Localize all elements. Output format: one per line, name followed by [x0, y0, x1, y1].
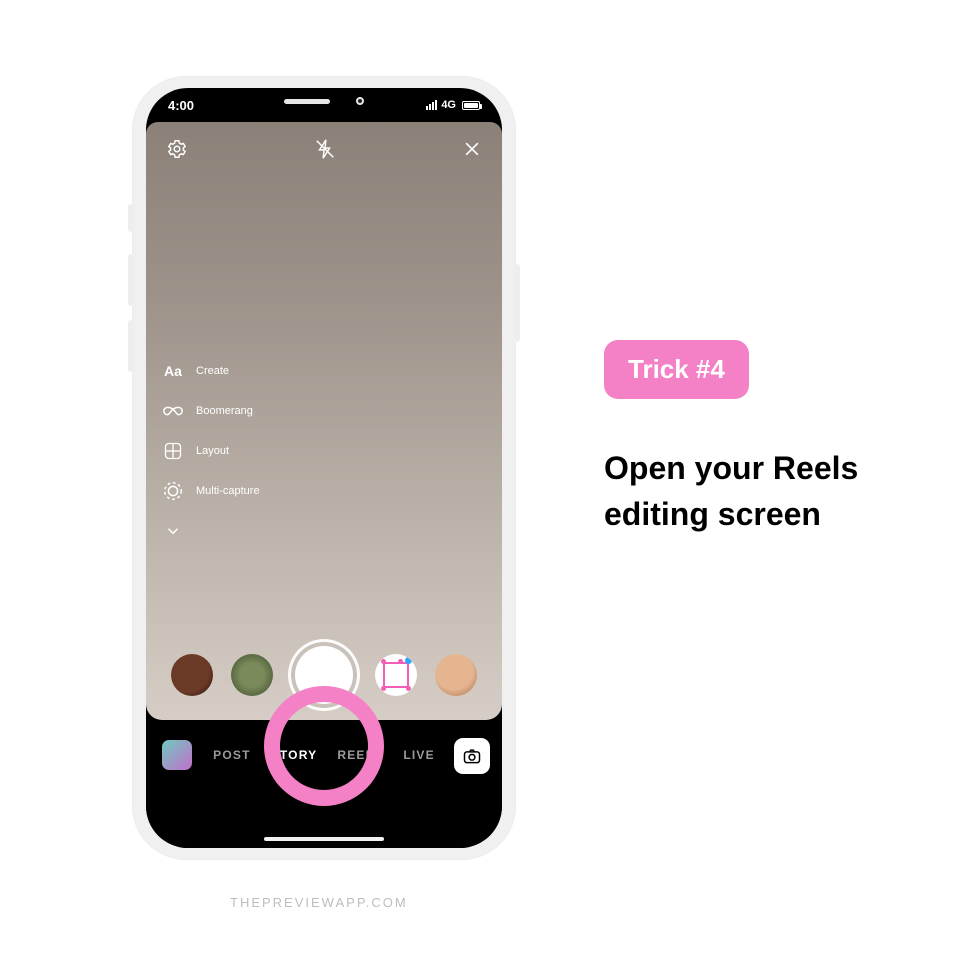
tools-expand[interactable] — [162, 520, 260, 542]
phone-screen: 4:00 4G Aa — [146, 88, 502, 848]
battery-icon — [462, 101, 480, 110]
camera-bottom-bar: POST STORY REELS LIVE — [146, 720, 502, 848]
tool-create[interactable]: Aa Create — [162, 360, 260, 382]
status-right: 4G — [426, 99, 480, 111]
filter-effect[interactable] — [435, 654, 477, 696]
status-time: 4:00 — [168, 98, 194, 113]
instruction-copy: Trick #4 Open your Reels editing screen — [604, 340, 904, 538]
tool-boomerang[interactable]: Boomerang — [162, 400, 260, 422]
mode-story[interactable]: STORY — [271, 748, 318, 762]
tool-label: Multi-capture — [196, 485, 260, 497]
filter-effect[interactable] — [171, 654, 213, 696]
phone-notch — [239, 88, 409, 114]
mode-live[interactable]: LIVE — [403, 748, 434, 762]
close-icon[interactable] — [462, 139, 482, 159]
network-label: 4G — [441, 99, 456, 111]
home-indicator — [264, 837, 384, 841]
infinity-icon — [162, 404, 184, 418]
instruction-headline: Open your Reels editing screen — [604, 445, 904, 538]
camera-viewfinder: Aa Create Boomerang Layout — [146, 122, 502, 720]
tool-label: Boomerang — [196, 405, 253, 417]
camera-top-bar — [146, 138, 502, 160]
phone-mockup: 4:00 4G Aa — [132, 76, 516, 860]
filter-effect[interactable] — [231, 654, 273, 696]
mode-reels[interactable]: REELS — [337, 748, 383, 762]
tool-label: Create — [196, 365, 229, 377]
settings-icon[interactable] — [166, 138, 188, 160]
tool-layout[interactable]: Layout — [162, 440, 260, 462]
watermark-text: THEPREVIEWAPP.COM — [230, 895, 408, 910]
phone-side-button — [514, 264, 520, 342]
filter-carousel[interactable] — [146, 642, 502, 708]
layout-grid-icon — [162, 441, 184, 461]
trick-badge: Trick #4 — [604, 340, 749, 399]
filter-effect[interactable] — [375, 654, 417, 696]
flash-off-icon[interactable] — [314, 138, 336, 160]
tool-label: Layout — [196, 445, 229, 457]
mode-post[interactable]: POST — [213, 748, 250, 762]
story-tools-list: Aa Create Boomerang Layout — [162, 360, 260, 542]
chevron-down-icon — [162, 522, 184, 540]
multi-capture-icon — [162, 480, 184, 502]
speaker-icon — [284, 99, 330, 104]
text-aa-icon: Aa — [162, 363, 184, 379]
front-camera-icon — [356, 97, 364, 105]
phone-side-button — [128, 204, 134, 232]
tool-multi-capture[interactable]: Multi-capture — [162, 480, 260, 502]
phone-side-button — [128, 254, 134, 306]
signal-icon — [426, 100, 437, 110]
phone-side-button — [128, 320, 134, 372]
shutter-button[interactable] — [291, 642, 357, 708]
camera-mode-selector[interactable]: POST STORY REELS LIVE — [146, 748, 502, 762]
